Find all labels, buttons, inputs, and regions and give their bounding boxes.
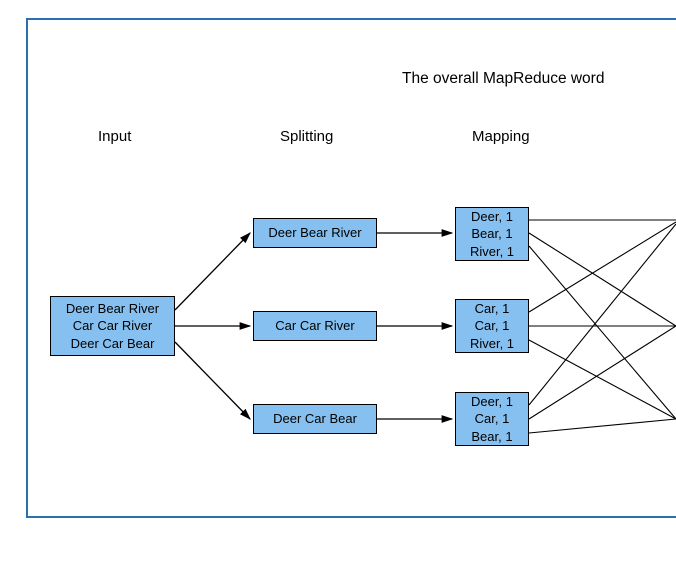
split-text: Deer Car Bear [273,410,357,428]
map-line: Car, 1 [475,300,510,318]
diagram-title: The overall MapReduce word [402,70,604,88]
input-line: Deer Bear River [66,300,159,318]
split-box-1: Deer Bear River [253,218,377,248]
input-line: Car Car River [73,317,152,335]
input-box: Deer Bear River Car Car River Deer Car B… [50,296,175,356]
map-line: River, 1 [470,335,514,353]
map-box-3: Deer, 1 Car, 1 Bear, 1 [455,392,529,446]
input-line: Deer Car Bear [71,335,155,353]
map-line: Car, 1 [475,317,510,335]
map-line: Bear, 1 [471,225,512,243]
split-box-2: Car Car River [253,311,377,341]
split-text: Car Car River [275,317,354,335]
stage-label-input: Input [98,128,131,145]
map-line: Car, 1 [475,410,510,428]
map-line: Deer, 1 [471,393,513,411]
split-text: Deer Bear River [268,224,361,242]
map-line: Deer, 1 [471,208,513,226]
map-box-1: Deer, 1 Bear, 1 River, 1 [455,207,529,261]
map-line: River, 1 [470,243,514,261]
map-box-2: Car, 1 Car, 1 River, 1 [455,299,529,353]
stage-label-splitting: Splitting [280,128,333,145]
diagram-frame [26,18,676,518]
split-box-3: Deer Car Bear [253,404,377,434]
map-line: Bear, 1 [471,428,512,446]
stage-label-mapping: Mapping [472,128,530,145]
